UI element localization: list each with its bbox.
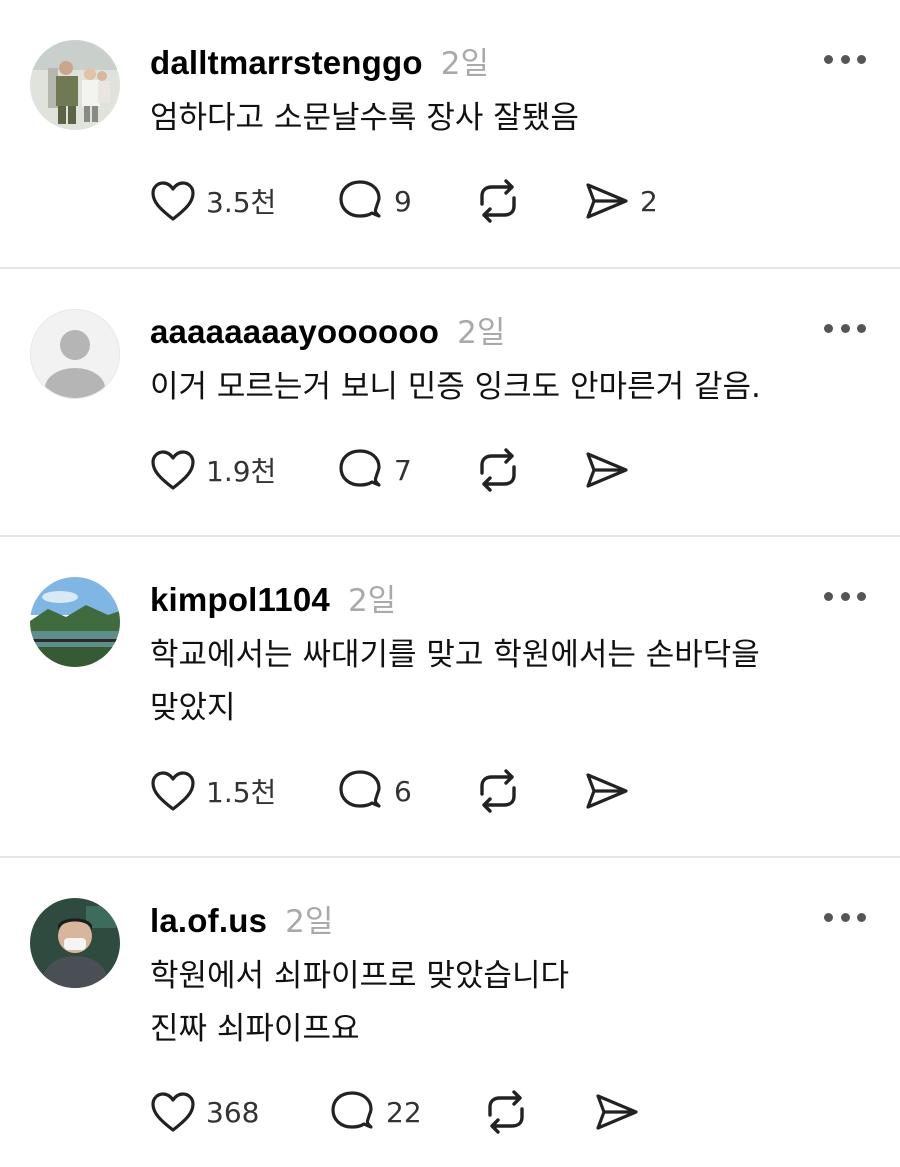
comment-icon: [339, 770, 381, 808]
post-text-line: 진짜 쇠파이프요: [150, 1011, 360, 1047]
thread-replies-feed: dalltmarrstenggo 2일 엄하다고 소문날수록 장사 잘됐음 3.…: [0, 0, 900, 1167]
repost-icon: [480, 448, 516, 492]
username[interactable]: kimpol1104: [150, 581, 330, 619]
post-text: 이거 모르는거 보니 민증 잉크도 안마른거 같음.: [150, 361, 860, 414]
post-header: dalltmarrstenggo 2일: [150, 38, 489, 83]
username[interactable]: dalltmarrstenggo: [150, 44, 423, 82]
like-button[interactable]: 1.9천: [150, 449, 276, 491]
reply-post: la.of.us 2일 학원에서 쇠파이프로 맞았습니다 진짜 쇠파이프요 36…: [0, 858, 900, 1167]
like-count: 3.5천: [206, 186, 277, 219]
repost-button[interactable]: [480, 1089, 532, 1135]
post-header: la.of.us 2일: [150, 896, 333, 941]
post-text: 엄하다고 소문날수록 장사 잘됐음: [150, 92, 860, 145]
more-icon[interactable]: [824, 910, 866, 924]
reply-button[interactable]: 22: [328, 1090, 422, 1134]
repost-icon: [480, 179, 516, 223]
action-bar: 1.9천 7: [150, 448, 628, 492]
timestamp: 2일: [347, 583, 397, 619]
send-icon: [586, 452, 628, 488]
send-icon: [586, 773, 628, 809]
send-icon: [586, 183, 628, 219]
share-button[interactable]: [594, 1092, 640, 1132]
timestamp: 2일: [285, 904, 334, 940]
more-icon[interactable]: [824, 52, 866, 66]
reply-button[interactable]: 6: [336, 769, 412, 813]
avatar[interactable]: [30, 40, 120, 130]
like-count: 1.9천: [206, 455, 277, 488]
repost-icon: [480, 769, 516, 813]
avatar[interactable]: [30, 577, 120, 667]
repost-button[interactable]: [472, 178, 524, 224]
post-header: aaaaaaaayoooooo 2일: [150, 307, 505, 352]
more-icon[interactable]: [824, 589, 866, 603]
share-button[interactable]: 2: [584, 181, 658, 221]
avatar[interactable]: [30, 309, 120, 399]
reply-button[interactable]: 7: [336, 448, 412, 492]
username[interactable]: aaaaaaaayoooooo: [150, 313, 439, 351]
more-icon[interactable]: [824, 321, 866, 335]
reply-post: kimpol1104 2일 학교에서는 싸대기를 맞고 학원에서는 손바닥을 맞…: [0, 537, 900, 858]
like-button[interactable]: 3.5천: [150, 180, 276, 222]
repost-icon: [488, 1090, 524, 1134]
post-text-line: 맞았지: [150, 690, 236, 726]
heart-icon: [151, 450, 195, 490]
reply-count: 9: [394, 184, 412, 218]
send-icon: [596, 1094, 638, 1130]
action-bar: 1.5천 6: [150, 769, 628, 813]
post-text-line: 엄하다고 소문날수록 장사 잘됐음: [150, 100, 579, 136]
like-button[interactable]: 368: [150, 1091, 259, 1133]
heart-icon: [151, 1092, 195, 1132]
like-count: 1.5천: [206, 776, 277, 809]
like-count: 368: [206, 1095, 260, 1129]
like-button[interactable]: 1.5천: [150, 770, 276, 812]
reply-button[interactable]: 9: [336, 179, 412, 223]
post-text: 학교에서는 싸대기를 맞고 학원에서는 손바닥을 맞았지: [150, 629, 860, 735]
timestamp: 2일: [457, 315, 506, 351]
repost-button[interactable]: [472, 768, 524, 814]
comment-icon: [339, 449, 381, 487]
reply-count: 6: [394, 774, 412, 808]
reply-count: 7: [394, 453, 412, 487]
comment-icon: [339, 180, 381, 218]
share-button[interactable]: [584, 771, 630, 811]
timestamp: 2일: [440, 46, 489, 82]
post-header: kimpol1104 2일: [150, 575, 396, 620]
action-bar: 368 22: [150, 1090, 638, 1134]
post-text-line: 학교에서는 싸대기를 맞고 학원에서는 손바닥을: [150, 637, 760, 673]
heart-icon: [151, 181, 195, 221]
reply-count: 22: [386, 1095, 422, 1129]
reply-post: dalltmarrstenggo 2일 엄하다고 소문날수록 장사 잘됐음 3.…: [0, 0, 900, 269]
share-button[interactable]: [584, 450, 630, 490]
reply-post: aaaaaaaayoooooo 2일 이거 모르는거 보니 민증 잉크도 안마른…: [0, 269, 900, 537]
avatar[interactable]: [30, 898, 120, 988]
action-bar: 3.5천 9 2: [150, 179, 658, 223]
repost-button[interactable]: [472, 447, 524, 493]
post-text-line: 학원에서 쇠파이프로 맞았습니다: [150, 958, 569, 994]
comment-icon: [331, 1091, 373, 1129]
share-count: 2: [640, 184, 658, 218]
post-text: 학원에서 쇠파이프로 맞았습니다 진짜 쇠파이프요: [150, 950, 860, 1056]
heart-icon: [151, 771, 195, 811]
username[interactable]: la.of.us: [150, 902, 267, 940]
post-text-line: 이거 모르는거 보니 민증 잉크도 안마른거 같음.: [150, 369, 761, 405]
